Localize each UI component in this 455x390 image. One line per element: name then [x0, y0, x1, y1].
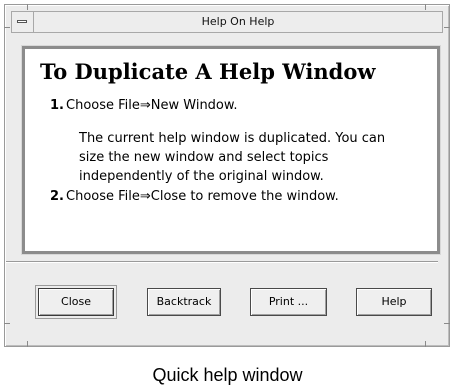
- topic-title: To Duplicate A Help Window: [40, 59, 376, 84]
- help-button[interactable]: Help: [356, 288, 432, 316]
- button-area-divider: [6, 261, 438, 263]
- frame-corner-tick: [4, 323, 10, 324]
- step-2: 2. Choose File⇒Close to remove the window…: [50, 187, 339, 206]
- step-text: Choose File⇒Close to remove the window.: [66, 189, 339, 204]
- frame-corner-tick: [4, 27, 10, 28]
- step-number: 2.: [50, 189, 64, 204]
- step-note-line: The current help window is duplicated. Y…: [79, 131, 386, 146]
- frame-corner-tick: [444, 27, 450, 28]
- frame-corner-tick: [444, 323, 450, 324]
- window-title: Help On Help: [201, 15, 275, 28]
- frame-corner-tick: [425, 341, 426, 347]
- backtrack-button[interactable]: Backtrack: [147, 288, 221, 316]
- window-menu-button[interactable]: [12, 12, 34, 32]
- print-button[interactable]: Print ...: [250, 288, 327, 316]
- title-bar[interactable]: Help On Help: [11, 11, 443, 33]
- frame-corner-tick: [27, 341, 28, 347]
- frame-corner-tick: [425, 4, 426, 10]
- step-1-note: The current help window is duplicated. Y…: [79, 129, 429, 186]
- help-content-pane: To Duplicate A Help Window 1. Choose File…: [22, 46, 440, 254]
- window-menu-icon: [17, 20, 27, 23]
- step-1: 1. Choose File⇒New Window.: [50, 96, 237, 115]
- step-note-line: independently of the original window.: [79, 169, 324, 184]
- step-number: 1.: [50, 98, 64, 113]
- close-button[interactable]: Close: [35, 285, 117, 319]
- figure-caption: Quick help window: [152, 365, 303, 385]
- step-text: Choose File⇒New Window.: [66, 98, 238, 113]
- step-note-line: size the new window and select topics: [79, 150, 329, 165]
- frame-corner-tick: [27, 4, 28, 10]
